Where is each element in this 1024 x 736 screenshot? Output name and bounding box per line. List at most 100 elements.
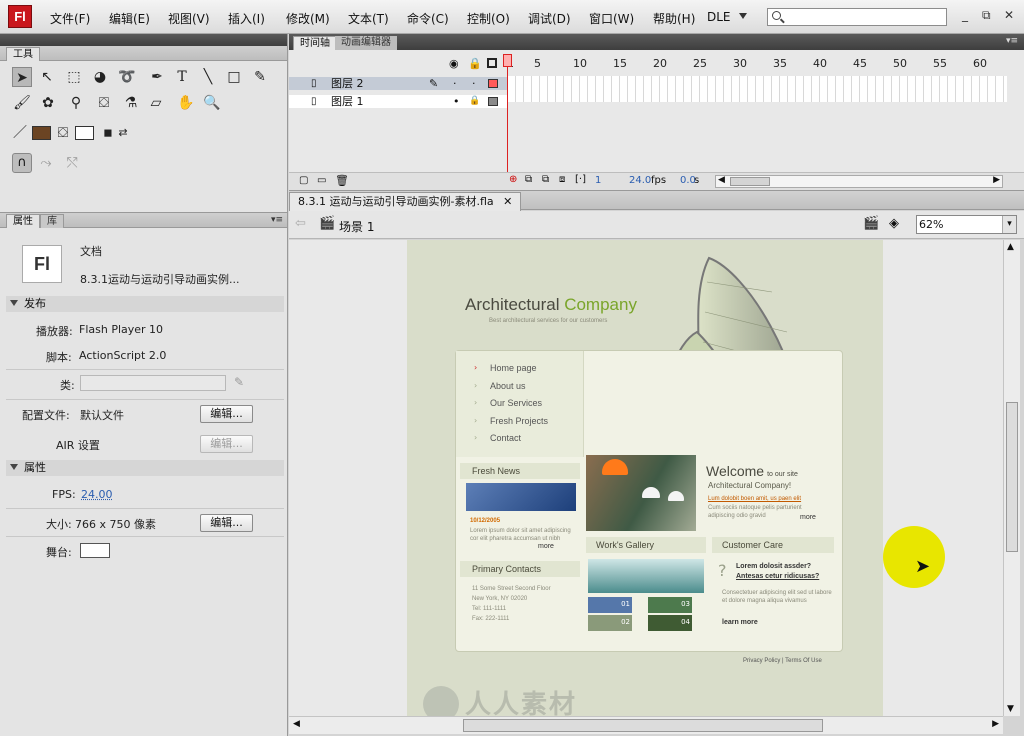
menu-window[interactable]: 窗口(W): [589, 10, 634, 27]
stage-area[interactable]: Architectural Company Best architectural…: [289, 240, 1003, 716]
menu-insert[interactable]: 插入(I): [228, 10, 265, 27]
frame-grid[interactable]: [507, 76, 1007, 102]
scene-label[interactable]: 场景 1: [339, 218, 374, 235]
subselection-tool-icon[interactable]: ↖: [37, 67, 57, 87]
eyedropper-tool-icon[interactable]: ⚗: [121, 93, 141, 113]
smooth-icon[interactable]: ⤳: [36, 153, 56, 173]
footer-links[interactable]: Privacy Policy | Terms Of Use: [743, 658, 822, 664]
scroll-thumb[interactable]: [1006, 402, 1018, 552]
chevron-down-icon[interactable]: ▾: [1002, 216, 1016, 233]
bone-tool-icon[interactable]: ⚲: [66, 93, 86, 113]
stage-color-swatch[interactable]: [80, 543, 110, 558]
rectangle-tool-icon[interactable]: □: [224, 67, 244, 87]
hand-tool-icon[interactable]: ✋: [176, 93, 196, 113]
fps-readout[interactable]: 24.0: [629, 175, 651, 186]
fps-value[interactable]: 24.00: [81, 488, 113, 501]
text-tool-icon[interactable]: T: [172, 67, 192, 87]
scroll-up-icon[interactable]: ▲: [1007, 242, 1014, 252]
tab-properties[interactable]: 属性: [6, 214, 40, 228]
menu-control[interactable]: 控制(O): [467, 10, 510, 27]
trash-icon[interactable]: 🗑: [335, 174, 349, 187]
onion-skin-icon[interactable]: ⧉: [525, 174, 532, 185]
lock-icon[interactable]: 🔒: [469, 95, 480, 108]
scroll-left-icon[interactable]: ◀: [293, 719, 300, 729]
tab-timeline[interactable]: 时间轴: [293, 36, 337, 50]
close-tab-icon[interactable]: ✕: [503, 195, 512, 208]
layer-name[interactable]: 图层 1: [331, 95, 364, 108]
chevron-down-icon[interactable]: [739, 13, 747, 19]
selection-tool-icon[interactable]: ➤: [12, 67, 32, 87]
current-frame[interactable]: 1: [595, 175, 601, 186]
minimize-button[interactable]: _: [962, 8, 968, 22]
scroll-left-icon[interactable]: ◀: [718, 175, 725, 185]
scroll-right-icon[interactable]: ▶: [992, 719, 999, 729]
scroll-thumb[interactable]: [463, 719, 823, 732]
fill-color-icon[interactable]: ⛋: [53, 123, 73, 143]
menu-text[interactable]: 文本(T): [348, 10, 389, 27]
tab-motion-editor[interactable]: 动画编辑器: [335, 36, 397, 50]
playhead-icon[interactable]: [503, 54, 512, 67]
properties-section-header[interactable]: 属性: [6, 460, 284, 476]
layer-row[interactable]: ▯ 图层 1 • 🔒: [289, 95, 507, 108]
new-layer-icon[interactable]: ▢: [299, 175, 308, 186]
care-question[interactable]: Lorem dolosit assder?: [736, 563, 811, 571]
layer-row[interactable]: ▯ 图层 2 ✎ · ·: [289, 77, 507, 90]
menu-edit[interactable]: 编辑(E): [109, 10, 150, 27]
panel-menu-icon[interactable]: ▾≡: [1006, 36, 1018, 46]
edit-scene-icon[interactable]: 🎬: [863, 216, 879, 231]
tab-library[interactable]: 库: [40, 214, 64, 228]
pencil-icon[interactable]: ✎: [234, 375, 244, 389]
deco-tool-icon[interactable]: ✿: [38, 93, 58, 113]
visibility-dot-icon[interactable]: •: [453, 95, 460, 108]
layer-name[interactable]: 图层 2: [331, 77, 364, 90]
stage-vscrollbar[interactable]: ▲ ▼: [1003, 240, 1020, 716]
more-link[interactable]: more: [800, 514, 816, 521]
menu-view[interactable]: 视图(V): [168, 10, 210, 27]
pencil-tool-icon[interactable]: ✎: [250, 67, 270, 87]
restore-button[interactable]: ⧉: [982, 8, 991, 23]
snap-to-objects-icon[interactable]: ∩: [12, 153, 32, 173]
onion-markers-icon[interactable]: [·]: [575, 174, 586, 185]
pen-tool-icon[interactable]: ✒: [147, 67, 167, 87]
lock-dot-icon[interactable]: ·: [472, 77, 476, 90]
outline-icon[interactable]: [487, 58, 497, 68]
zoom-tool-icon[interactable]: 🔍: [202, 93, 222, 113]
lasso-tool-icon[interactable]: ➰: [117, 67, 137, 87]
brush-tool-icon[interactable]: 🖌: [12, 93, 32, 113]
scroll-down-icon[interactable]: ▼: [1007, 704, 1014, 714]
class-input[interactable]: [80, 375, 226, 391]
stage-hscrollbar[interactable]: ◀ ▶: [289, 716, 1003, 734]
menu-help[interactable]: 帮助(H): [653, 10, 695, 27]
eye-icon[interactable]: ◉: [449, 57, 459, 70]
close-button[interactable]: ✕: [1004, 8, 1014, 22]
paint-bucket-tool-icon[interactable]: ⛋: [94, 93, 114, 113]
document-tab[interactable]: 8.3.1 运动与运动引导动画实例-素材.fla ✕: [289, 192, 522, 211]
lock-icon[interactable]: 🔒: [468, 57, 482, 70]
back-arrow-icon[interactable]: ⇦: [295, 216, 306, 231]
menu-debug[interactable]: 调试(D): [528, 10, 571, 27]
more-link[interactable]: more: [538, 543, 554, 550]
eraser-tool-icon[interactable]: ▱: [146, 93, 166, 113]
profile-edit-button[interactable]: 编辑...: [200, 405, 253, 423]
layer-color-swatch[interactable]: [488, 97, 498, 106]
stroke-color-swatch[interactable]: [32, 126, 51, 140]
nav-home[interactable]: Home page: [490, 363, 537, 373]
publish-section-header[interactable]: 发布: [6, 296, 284, 312]
onion-outline-icon[interactable]: ⧉: [542, 174, 549, 185]
gallery-thumb[interactable]: 02: [588, 615, 632, 631]
welcome-link[interactable]: Lum dolobit boen amit, us paen elit: [708, 495, 801, 503]
size-edit-button[interactable]: 编辑...: [200, 514, 253, 532]
gallery-thumb[interactable]: 04: [648, 615, 692, 631]
nav-projects[interactable]: Fresh Projects: [490, 416, 548, 426]
stage-canvas[interactable]: Architectural Company Best architectural…: [407, 240, 883, 716]
air-edit-button[interactable]: 编辑...: [200, 435, 253, 453]
layer-color-swatch[interactable]: [488, 79, 498, 88]
stroke-color-icon[interactable]: ／: [10, 123, 30, 143]
scroll-right-icon[interactable]: ▶: [993, 175, 1000, 185]
menu-file[interactable]: 文件(F): [50, 10, 90, 27]
new-folder-icon[interactable]: ▭: [317, 175, 326, 186]
nav-about[interactable]: About us: [490, 381, 526, 391]
learn-more-link[interactable]: learn more: [722, 619, 758, 626]
straighten-icon[interactable]: ⤲: [62, 153, 82, 173]
visibility-dot-icon[interactable]: ·: [453, 77, 457, 90]
